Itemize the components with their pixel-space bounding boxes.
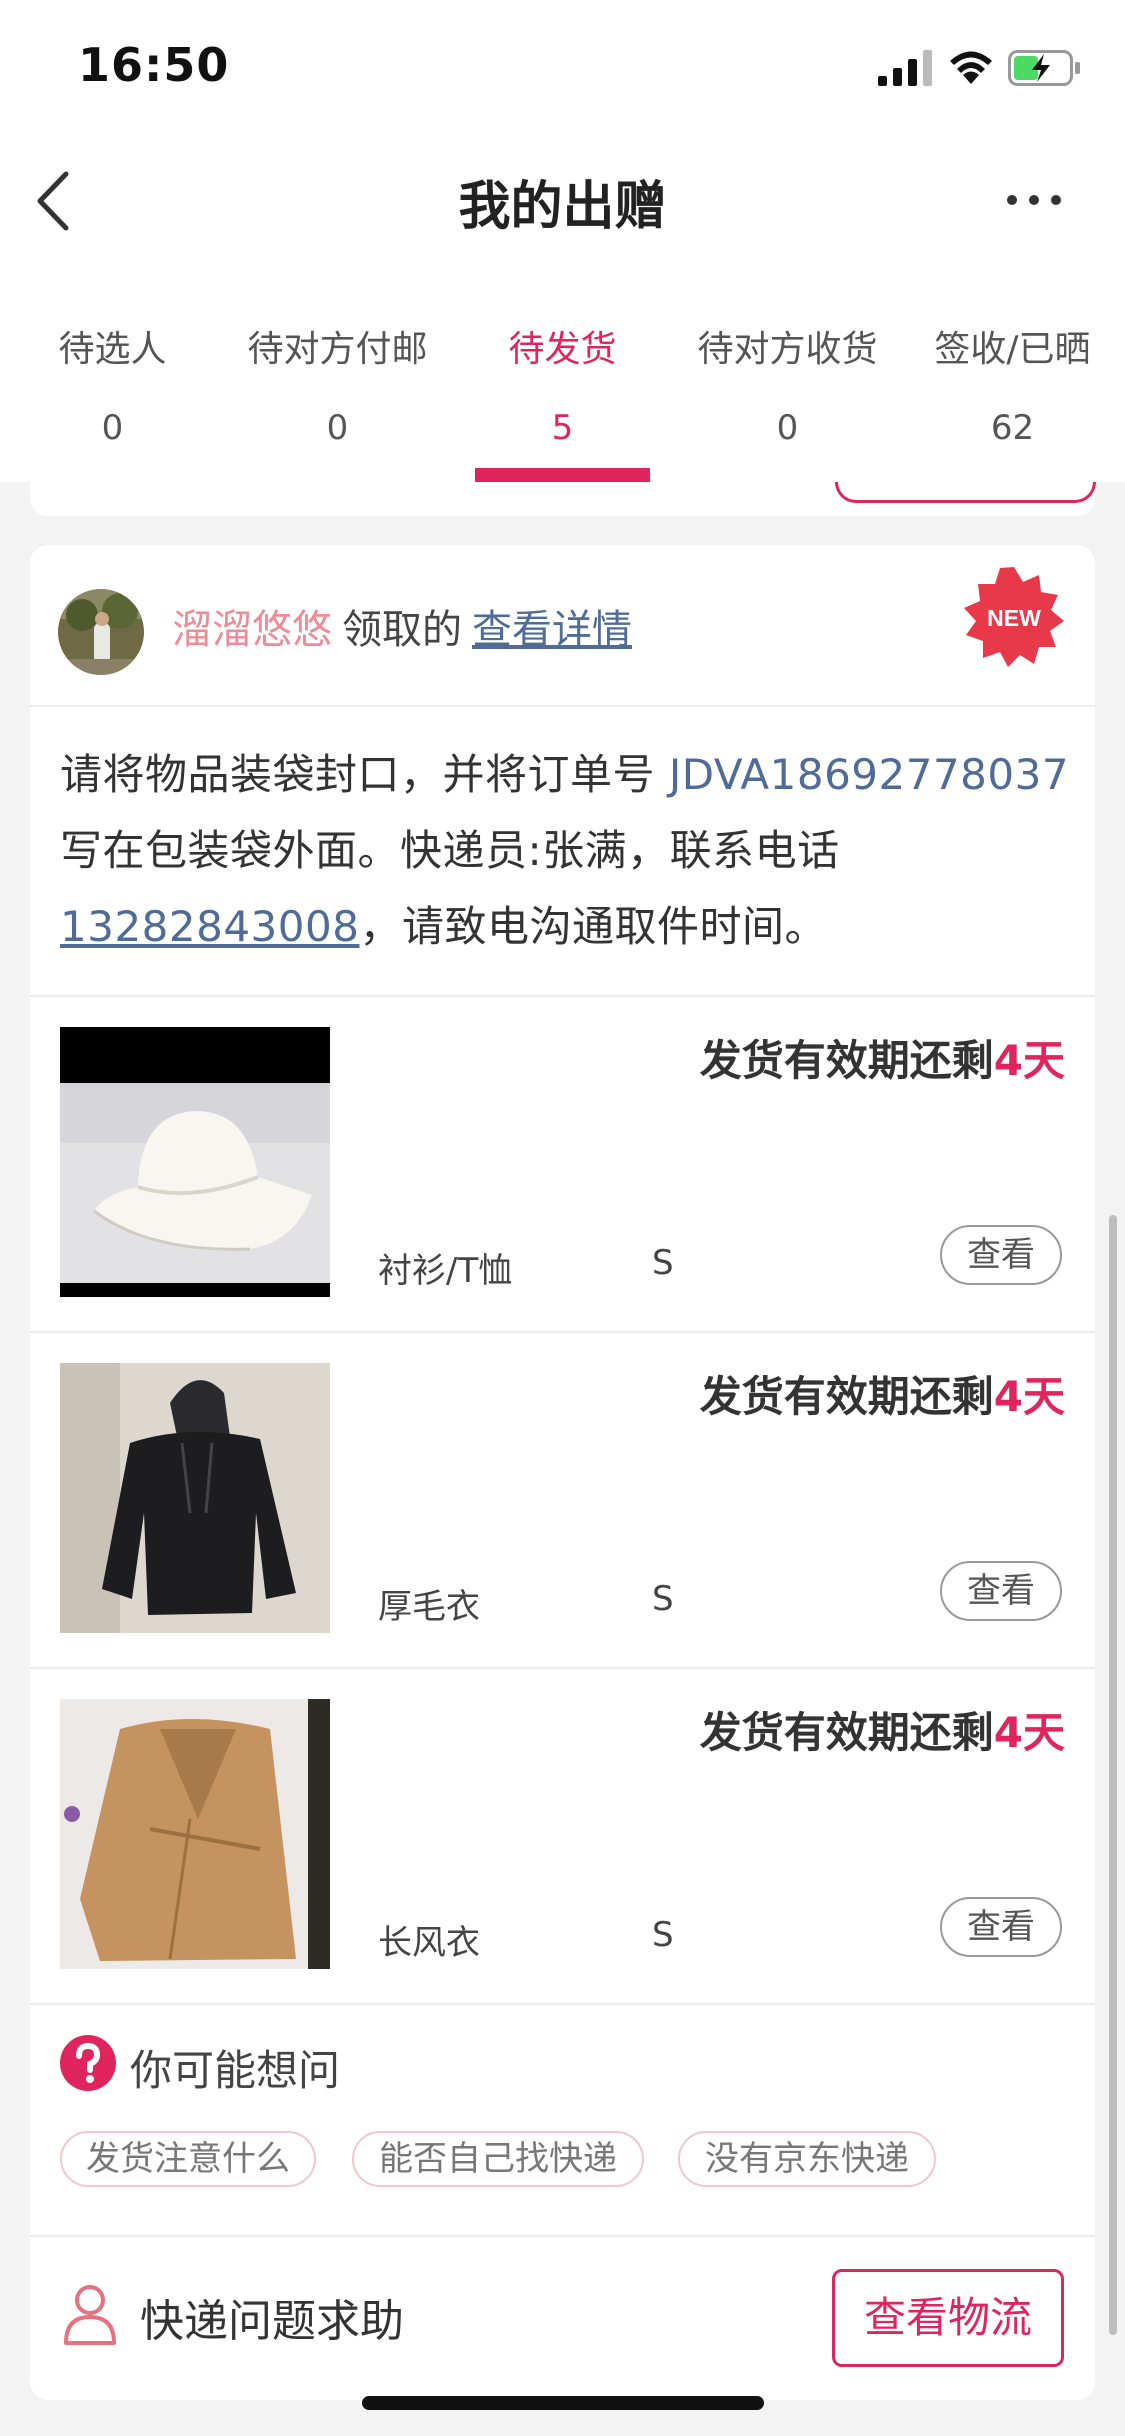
scrollbar[interactable] (1109, 1215, 1117, 2335)
faq-chip[interactable]: 没有京东快递 (678, 2131, 936, 2187)
item-photo-hat[interactable] (60, 1027, 330, 1297)
view-item-button[interactable]: 查看 (940, 1897, 1062, 1957)
instruction-text: 写在包装袋外面。快递员:张满，联系电话 (60, 826, 840, 875)
recipient-name[interactable]: 溜溜悠悠 (172, 607, 332, 653)
status-tabs: 待选人 0 待对方付邮 0 待发货 5 待对方收货 0 签收/已晒 62 (0, 260, 1125, 482)
tab-active-indicator (475, 468, 650, 482)
person-icon (64, 2285, 116, 2345)
tab-label: 签收/已晒 (934, 329, 1091, 370)
tab-pending-shipment[interactable]: 待发货 5 (450, 260, 675, 482)
shipping-deadline: 发货有效期还剩4天 (700, 1363, 1065, 1424)
previous-card-button[interactable] (835, 482, 1096, 503)
new-badge-icon: NEW (964, 567, 1064, 667)
order-number: JDVA18692778037 (668, 750, 1070, 799)
deadline-text: 发货有效期还剩 (699, 1708, 994, 1757)
tab-received-shared[interactable]: 签收/已晒 62 (900, 260, 1125, 482)
hat-photo-image (60, 1027, 330, 1297)
instruction-text: ，请致电沟通取件时间。 (359, 902, 827, 951)
tab-count: 0 (326, 408, 349, 448)
avatar-photo (58, 589, 144, 675)
item-size: S (652, 1915, 674, 1955)
tab-pending-selection[interactable]: 待选人 0 (0, 260, 225, 482)
claim-text: 领取的 (342, 607, 462, 653)
item-category: 长风衣 (378, 1923, 480, 1963)
tab-pending-receipt[interactable]: 待对方收货 0 (675, 260, 900, 482)
donation-item: 发货有效期还剩4天 衬衫/T恤 S 查看 (30, 997, 1095, 1333)
view-item-button[interactable]: 查看 (940, 1561, 1062, 1621)
wifi-icon (950, 51, 992, 84)
recipient-line: 溜溜悠悠 领取的 查看详情 (172, 597, 632, 655)
deadline-text: 发货有效期还剩 (699, 1036, 994, 1085)
donation-item: 发货有效期还剩4天 长风衣 S 查看 (30, 1669, 1095, 2005)
tab-count: 0 (101, 408, 124, 448)
item-size: S (652, 1579, 674, 1619)
faq-section: 你可能想问 发货注意什么 能否自己找快递 没有京东快递 (30, 2005, 1095, 2235)
navigation-bar: 我的出赠 (0, 140, 1125, 260)
tab-pending-postage[interactable]: 待对方付邮 0 (225, 260, 450, 482)
home-indicator[interactable] (362, 2396, 764, 2410)
shipping-deadline: 发货有效期还剩4天 (700, 1027, 1065, 1088)
faq-chip[interactable]: 发货注意什么 (60, 2131, 316, 2187)
tab-label: 待发货 (508, 329, 617, 370)
days-remaining: 4天 (993, 1372, 1065, 1421)
item-category: 衬衫/T恤 (378, 1251, 513, 1291)
faq-chip[interactable]: 能否自己找快递 (352, 2131, 644, 2187)
days-remaining: 4天 (993, 1036, 1065, 1085)
tab-count: 62 (990, 408, 1035, 448)
tab-count: 5 (551, 408, 574, 448)
donation-item: 发货有效期还剩4天 厚毛衣 S 查看 (30, 1333, 1095, 1669)
shipping-deadline: 发货有效期还剩4天 (700, 1699, 1065, 1760)
item-photo-sweater[interactable] (60, 1363, 330, 1633)
question-icon (60, 2035, 116, 2091)
trench-coat-photo-image (60, 1699, 330, 1969)
days-remaining: 4天 (993, 1708, 1065, 1757)
status-bar: 16:50 (0, 0, 1125, 140)
courier-phone-link[interactable]: 13282843008 (60, 902, 359, 951)
view-logistics-button[interactable]: 查看物流 (832, 2269, 1064, 2367)
tab-label: 待对方收货 (697, 329, 878, 370)
order-card: 溜溜悠悠 领取的 查看详情 NEW 请将物品装袋封口，并将订单号 JDVA18692… (30, 545, 1095, 2400)
cellular-signal-icon (878, 50, 932, 86)
black-hoodie-photo-image (60, 1363, 330, 1633)
new-badge-text: NEW (987, 605, 1041, 631)
item-photo-coat[interactable] (60, 1699, 330, 1969)
status-time: 16:50 (78, 38, 230, 92)
instruction-text: 请将物品装袋封口，并将订单号 (60, 750, 669, 799)
item-size: S (652, 1243, 674, 1283)
view-details-link[interactable]: 查看详情 (472, 607, 632, 653)
page-title: 我的出赠 (458, 177, 667, 237)
deadline-text: 发货有效期还剩 (699, 1372, 994, 1421)
item-category: 厚毛衣 (378, 1587, 480, 1627)
faq-title: 你可能想问 (130, 2046, 341, 2095)
tab-count: 0 (776, 408, 799, 448)
previous-order-card (30, 482, 1096, 516)
tab-label: 待对方付邮 (247, 329, 428, 370)
user-avatar[interactable] (58, 589, 144, 675)
divider (30, 705, 1095, 707)
courier-help-link[interactable]: 快递问题求助 (140, 2285, 404, 2349)
view-item-button[interactable]: 查看 (940, 1225, 1062, 1285)
more-options-icon[interactable] (1006, 188, 1062, 212)
tab-label: 待选人 (58, 329, 167, 370)
shipping-instructions: 请将物品装袋封口，并将订单号 JDVA18692778037 写在包装袋外面。快… (60, 737, 1070, 965)
battery-charging-icon (1008, 50, 1080, 86)
courier-help-row: 快递问题求助 查看物流 (30, 2237, 1095, 2400)
